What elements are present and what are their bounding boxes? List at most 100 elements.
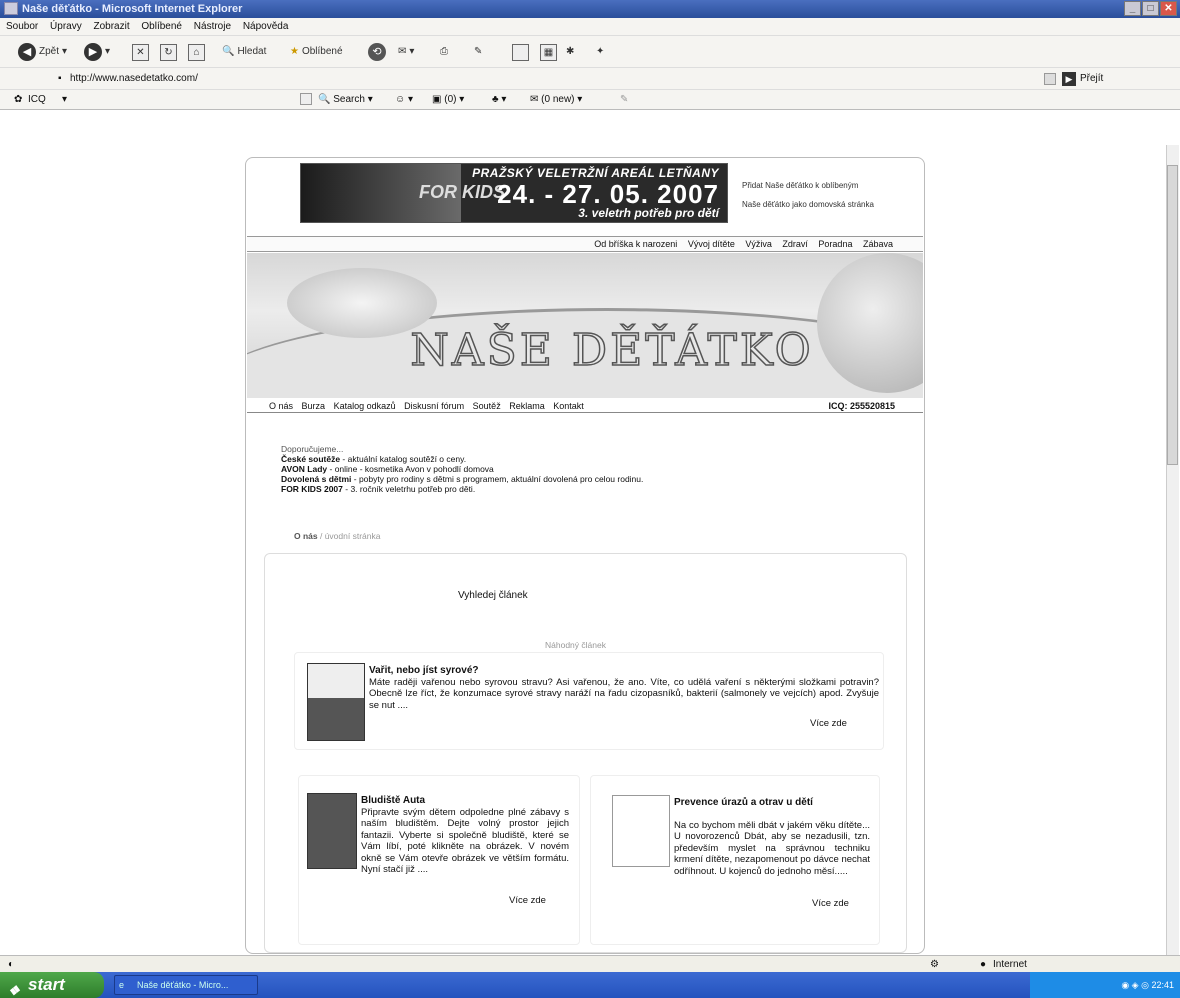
- article-title[interactable]: Vařit, nebo jíst syrové?: [369, 665, 879, 677]
- recommend-item: České soutěže - aktuální katalog soutěží…: [281, 454, 881, 464]
- nav-ads[interactable]: Reklama: [509, 401, 545, 411]
- mail-button[interactable]: ✉ ▾: [398, 42, 414, 62]
- start-button[interactable]: ❖ start: [0, 972, 104, 998]
- nav-exchange[interactable]: Burza: [302, 401, 326, 411]
- article-title[interactable]: Bludiště Auta: [303, 795, 569, 807]
- history-button[interactable]: ⟲: [368, 42, 386, 62]
- favorites-button[interactable]: ★ Oblíbené: [290, 42, 343, 62]
- topnav-item[interactable]: Zdraví: [782, 239, 808, 249]
- refresh-icon: ↻: [160, 43, 177, 61]
- nav-forum[interactable]: Diskusní fórum: [404, 401, 464, 411]
- icq-search-label: Search: [333, 94, 365, 105]
- icq-toolbar: ✿ ICQ ▾ 🔍 Search ▾ ☺ ▾ ▣ (0) ▾ ♣ ▾ ✉ (0 …: [0, 90, 1180, 110]
- refresh-button[interactable]: ↻: [160, 42, 177, 62]
- icq-counter-label: (0): [444, 94, 457, 105]
- recommend-link[interactable]: Dovolená s dětmi: [281, 474, 351, 484]
- topnav-item[interactable]: Zábava: [863, 239, 893, 249]
- back-label: Zpět: [39, 46, 60, 57]
- research-button[interactable]: ✱: [566, 42, 574, 62]
- recommend-link[interactable]: České soutěže: [281, 454, 340, 464]
- home-button[interactable]: ⌂: [188, 42, 205, 62]
- icq-flower-icon: ✿: [14, 94, 23, 105]
- search-button[interactable]: 🔍 Hledat: [222, 42, 266, 62]
- dropdown-icon[interactable]: [1044, 73, 1056, 85]
- article-text: Na co bychom měli dbát v jakém věku dítě…: [674, 819, 870, 877]
- menu-favorites[interactable]: Oblíbené: [141, 21, 182, 32]
- extra-button[interactable]: ✦: [596, 42, 604, 62]
- icq-counter[interactable]: ▣ (0) ▾: [432, 90, 464, 110]
- scrollbar-thumb[interactable]: [1167, 165, 1178, 465]
- more-link[interactable]: Více zde: [812, 898, 849, 909]
- stop-icon: ✕: [132, 43, 149, 61]
- more-link[interactable]: Více zde: [509, 895, 546, 906]
- security-icon: ⚙: [930, 959, 939, 970]
- recommend-link[interactable]: FOR KIDS 2007: [281, 484, 343, 494]
- taskbar-item-label: Naše děťátko - Micro...: [137, 980, 229, 990]
- article-title[interactable]: Prevence úrazů a otrav u dětí: [600, 797, 870, 809]
- menu-tools[interactable]: Nástroje: [194, 21, 231, 32]
- set-homepage-link[interactable]: Naše děťátko jako domovská stránka: [742, 200, 874, 209]
- search-label: Hledat: [237, 46, 267, 57]
- tray-icons[interactable]: ◉ ◈ ◎: [1121, 980, 1151, 990]
- forward-arrow-icon: ▶: [84, 43, 102, 61]
- go-button[interactable]: ▶ Přejít: [1062, 68, 1103, 90]
- messenger-button[interactable]: ▦: [540, 42, 557, 62]
- icq-search-button[interactable]: 🔍 Search ▾: [318, 90, 373, 110]
- nav-catalog[interactable]: Katalog odkazů: [334, 401, 396, 411]
- status-bar: ◐ ⚙ ● Internet: [0, 955, 1180, 972]
- pencil-icon[interactable]: ✎: [620, 90, 628, 110]
- icq-search-box[interactable]: [300, 93, 312, 105]
- article-text: Máte raději vařenou nebo syrovou stravu?…: [369, 676, 879, 711]
- menu-bar: Soubor Úpravy Zobrazit Oblíbené Nástroje…: [0, 18, 1180, 36]
- icq-dropdown-icon[interactable]: ▾: [62, 90, 67, 110]
- breadcrumb-about[interactable]: O nás: [294, 531, 318, 541]
- print-button[interactable]: ⎙: [440, 42, 448, 62]
- icq-tool-icon[interactable]: ☺ ▾: [395, 90, 413, 110]
- close-button[interactable]: ✕: [1160, 1, 1177, 16]
- menu-view[interactable]: Zobrazit: [94, 21, 130, 32]
- back-button[interactable]: ◀ Zpět ▾: [18, 42, 67, 62]
- icq-button[interactable]: ICQ: [28, 90, 46, 110]
- edit-button[interactable]: ✎: [474, 42, 482, 62]
- stop-button[interactable]: ✕: [132, 42, 149, 62]
- star-icon: ★: [290, 46, 299, 57]
- home-icon: ⌂: [188, 43, 205, 61]
- find-article-link[interactable]: Vyhledej článek: [458, 590, 528, 601]
- icq-people-icon[interactable]: ♣ ▾: [492, 90, 506, 110]
- go-arrow-icon: ▶: [1062, 72, 1076, 86]
- minimize-button[interactable]: _: [1124, 1, 1141, 16]
- maximize-button[interactable]: □: [1142, 1, 1159, 16]
- topnav-item[interactable]: Vývoj dítěte: [688, 239, 735, 249]
- forkids-banner[interactable]: FOR KIDS PRAŽSKÝ VELETRŽNÍ AREÁL LETŇANY…: [300, 163, 728, 223]
- menu-edit[interactable]: Úpravy: [50, 21, 82, 32]
- messenger-icon: ▦: [540, 43, 557, 61]
- more-link[interactable]: Více zde: [810, 718, 847, 729]
- recommend-item: AVON Lady - online - kosmetika Avon v po…: [281, 464, 881, 474]
- icq-mail[interactable]: ✉ (0 new) ▾: [530, 90, 582, 110]
- menu-file[interactable]: Soubor: [6, 21, 38, 32]
- recommend-desc: - pobyty pro rodiny s dětmi s programem,…: [351, 474, 644, 484]
- recommend-desc: - online - kosmetika Avon v pohodlí domo…: [327, 464, 494, 474]
- address-input[interactable]: http://www.nasedetatko.com/: [70, 68, 970, 90]
- forward-button[interactable]: ▶ ▾: [84, 42, 110, 62]
- recommend-box: Doporučujeme... České soutěže - aktuální…: [281, 444, 881, 494]
- nav-contest[interactable]: Soutěž: [473, 401, 501, 411]
- add-favorite-link[interactable]: Přidat Naše děťátko k oblíbeným: [742, 181, 858, 190]
- menu-help[interactable]: Nápověda: [243, 21, 289, 32]
- nav-contact[interactable]: Kontakt: [553, 401, 584, 411]
- topnav-item[interactable]: Od bříška k narozeni: [594, 239, 677, 249]
- random-article-label: Náhodný článek: [545, 640, 606, 650]
- banner-subtitle: 3. veletrh potřeb pro dětí: [578, 206, 719, 220]
- recommend-heading: Doporučujeme...: [281, 444, 344, 454]
- window-title: Naše děťátko - Microsoft Internet Explor…: [22, 3, 243, 15]
- taskbar-window-item[interactable]: e Naše děťátko - Micro...: [114, 975, 258, 995]
- article-thumbnail[interactable]: [307, 663, 365, 741]
- zone-label: Internet: [993, 959, 1027, 970]
- topnav-item[interactable]: Poradna: [818, 239, 852, 249]
- discuss-button[interactable]: [512, 42, 529, 62]
- recommend-link[interactable]: AVON Lady: [281, 464, 327, 474]
- taskbar: ❖ start e Naše děťátko - Micro... ◉ ◈ ◎ …: [0, 972, 1180, 998]
- nav-about[interactable]: O nás: [269, 401, 293, 411]
- go-label: Přejít: [1080, 73, 1104, 84]
- topnav-item[interactable]: Výživa: [745, 239, 772, 249]
